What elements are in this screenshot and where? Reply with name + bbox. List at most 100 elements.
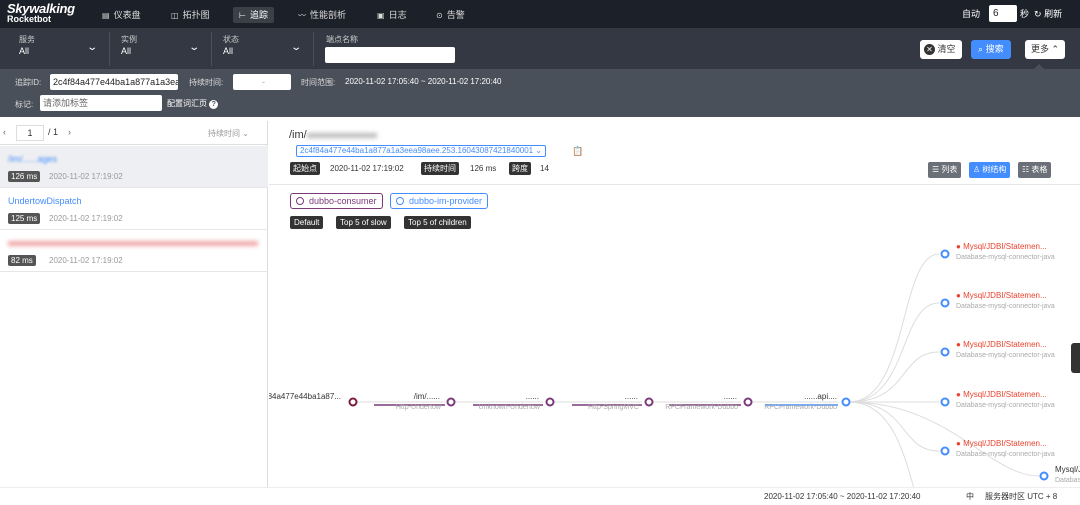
tree-node-leaf[interactable] (940, 446, 950, 456)
trace-list-panel: ‹ 1 / 1 › 持续时间 ⌄ /im/......ages 126 ms 2… (0, 121, 268, 504)
topology-icon: ◫ (171, 11, 179, 20)
trace-icon: ⊢ (239, 11, 246, 20)
sort-label: 持续时间 (208, 129, 240, 138)
tree-node-label: /im/...... (414, 392, 440, 401)
tree-node-label: ......api.... (804, 392, 837, 401)
chevron-down-icon[interactable]: ⌄ (188, 42, 200, 53)
trace-endpoint-name: /im/......ages (8, 154, 57, 164)
nav-alarm[interactable]: ⊙ 告警 (430, 7, 471, 23)
chevron-down-icon[interactable]: ⌄ (86, 42, 98, 53)
tree-node[interactable] (644, 397, 654, 407)
filter-bar: 服务 All ⌄ 实例 All ⌄ 状态 All ⌄ 端点名称 ✕ 清空 ⌕ 搜… (0, 28, 1080, 69)
footer-time-range[interactable]: 2020-11-02 17:05:40 ~ 2020-11-02 17:20:4… (764, 488, 921, 505)
config-vocab-link[interactable]: 配置词汇页 ? (167, 98, 219, 109)
refresh-icon: ↻ (1034, 9, 1042, 19)
server-timezone[interactable]: 服务器时区 UTC + 8 (985, 488, 1057, 505)
chevron-left-icon[interactable]: ‹ (3, 127, 6, 137)
service-legend-dubbo-consumer[interactable]: dubbo-consumer (290, 193, 383, 209)
start-label: 起始点 (290, 162, 320, 175)
list-view-label: 列表 (941, 165, 958, 174)
divider (211, 32, 212, 66)
tree-node-label: ...... (526, 392, 539, 401)
leaf-type: Database-mysql-connector-java (956, 451, 1055, 458)
auto-refresh-toggle[interactable]: 自动 (962, 6, 980, 22)
chevron-right-icon[interactable]: › (68, 127, 71, 137)
nav-topology[interactable]: ◫ 拓扑图 (165, 7, 216, 23)
tree-view-button[interactable]: ♙ 树结构 (969, 162, 1011, 178)
tree-node-type: Unknown-Undertow (479, 404, 541, 411)
page-total: / 1 (48, 127, 59, 137)
tree-node[interactable] (446, 397, 456, 407)
tree-node[interactable] (545, 397, 555, 407)
tree-node-root[interactable] (348, 397, 358, 407)
tree-node-leaf[interactable] (940, 397, 950, 407)
divider (313, 32, 314, 66)
duration-label: 持续时间: (189, 78, 224, 87)
trace-list-item[interactable]: /im/......ages 126 ms 2020-11-02 17:19:0… (0, 146, 268, 188)
tree-node-leaf[interactable] (940, 298, 950, 308)
help-icon[interactable]: ? (209, 100, 219, 109)
nav-dashboard[interactable]: ▤ 仪表盘 (96, 7, 147, 23)
service-select[interactable]: All (19, 46, 29, 56)
circle-icon (296, 197, 304, 205)
default-button[interactable]: Default (290, 216, 324, 229)
trace-list-item[interactable]: 82 ms 2020-11-02 17:19:02 (0, 230, 268, 272)
instance-select[interactable]: All (121, 46, 131, 56)
refresh-button[interactable]: ↻ 刷新 (1034, 6, 1062, 22)
tree-node-type: Http-Undertow (396, 404, 442, 411)
leaf-label: ● Mysql/JDBI/Statemen... (956, 439, 1047, 448)
tree-node-leaf[interactable] (1039, 471, 1049, 481)
chevron-down-icon[interactable]: ⌄ (290, 42, 302, 53)
top5-slow-button[interactable]: Top 5 of slow (336, 216, 391, 229)
page-input[interactable]: 1 (16, 125, 44, 141)
nav-profile[interactable]: 〰性能剖析 (292, 7, 352, 23)
leaf-type: Databas (1055, 477, 1080, 484)
time-range-value[interactable]: 2020-11-02 17:05:40 ~ 2020-11-02 17:20:4… (345, 77, 502, 86)
tree-node-leaf[interactable] (940, 347, 950, 357)
tree-node[interactable] (841, 397, 851, 407)
duration-badge: 82 ms (8, 255, 36, 266)
language-toggle[interactable]: 中 (966, 488, 974, 505)
clear-button[interactable]: ✕ 清空 (920, 40, 962, 59)
copy-icon[interactable]: 📋 (572, 146, 583, 157)
divider (269, 184, 1080, 185)
tag-label: 标记: (15, 100, 34, 109)
more-button[interactable]: 更多 ⌃ (1025, 40, 1066, 59)
list-icon: ☰ (932, 165, 940, 174)
trace-id-input[interactable]: 2c4f84a477e44ba1a877a1a3ea98aee.253.1604… (50, 74, 178, 90)
table-view-button[interactable]: ☷ 表格 (1018, 162, 1052, 178)
tree-node-type: RPCFramework-Dubbo (665, 404, 738, 411)
clear-label: 清空 (937, 44, 956, 54)
list-view-button[interactable]: ☰ 列表 (928, 162, 962, 178)
sort-select[interactable]: 持续时间 ⌄ (208, 128, 249, 139)
status-select[interactable]: All (223, 46, 233, 56)
logo[interactable]: Skywalking Rocketbot (7, 2, 75, 24)
tag-input[interactable]: 请添加标签 (40, 95, 162, 111)
trace-endpoint-name-redacted (8, 238, 258, 248)
tree-node[interactable] (743, 397, 753, 407)
duration-badge: 126 ms (8, 171, 41, 182)
nav-dashboard-label: 仪表盘 (113, 10, 141, 20)
pagination: ‹ 1 / 1 › 持续时间 ⌄ (0, 121, 268, 145)
trace-list-item[interactable]: UndertowDispatch 125 ms 2020-11-02 17:19… (0, 188, 268, 230)
trace-id-select[interactable]: 2c4f84a477e44ba1a877a1a3eea98aee.253.160… (296, 145, 547, 157)
clear-icon: ✕ (924, 44, 935, 55)
table-view-label: 表格 (1031, 165, 1048, 174)
nav-log[interactable]: ▣ 日志 (371, 7, 413, 23)
service-legend-dubbo-im-provider[interactable]: dubbo-im-provider (390, 193, 489, 209)
nav-trace[interactable]: ⊢ 追踪 (233, 7, 274, 23)
chevron-down-icon: ⌄ (242, 129, 249, 138)
leaf-label: ● Mysql/JDBI/Statemen... (956, 291, 1047, 300)
redacted-text (306, 132, 377, 138)
endpoint-input[interactable] (325, 47, 455, 63)
search-button[interactable]: ⌕ 搜索 (971, 40, 1011, 59)
side-drawer-handle[interactable] (1071, 343, 1080, 373)
top5-children-button[interactable]: Top 5 of children (404, 216, 471, 229)
trace-id-label: 追踪ID: (15, 78, 42, 87)
auto-refresh-interval-input[interactable]: 6 (989, 5, 1017, 22)
trace-title: /im/ (289, 129, 377, 141)
tree-node-leaf[interactable] (940, 249, 950, 259)
duration-input[interactable]: - (233, 74, 291, 90)
start-value: 2020-11-02 17:19:02 (330, 164, 404, 173)
instance-label: 实例 (121, 35, 137, 44)
